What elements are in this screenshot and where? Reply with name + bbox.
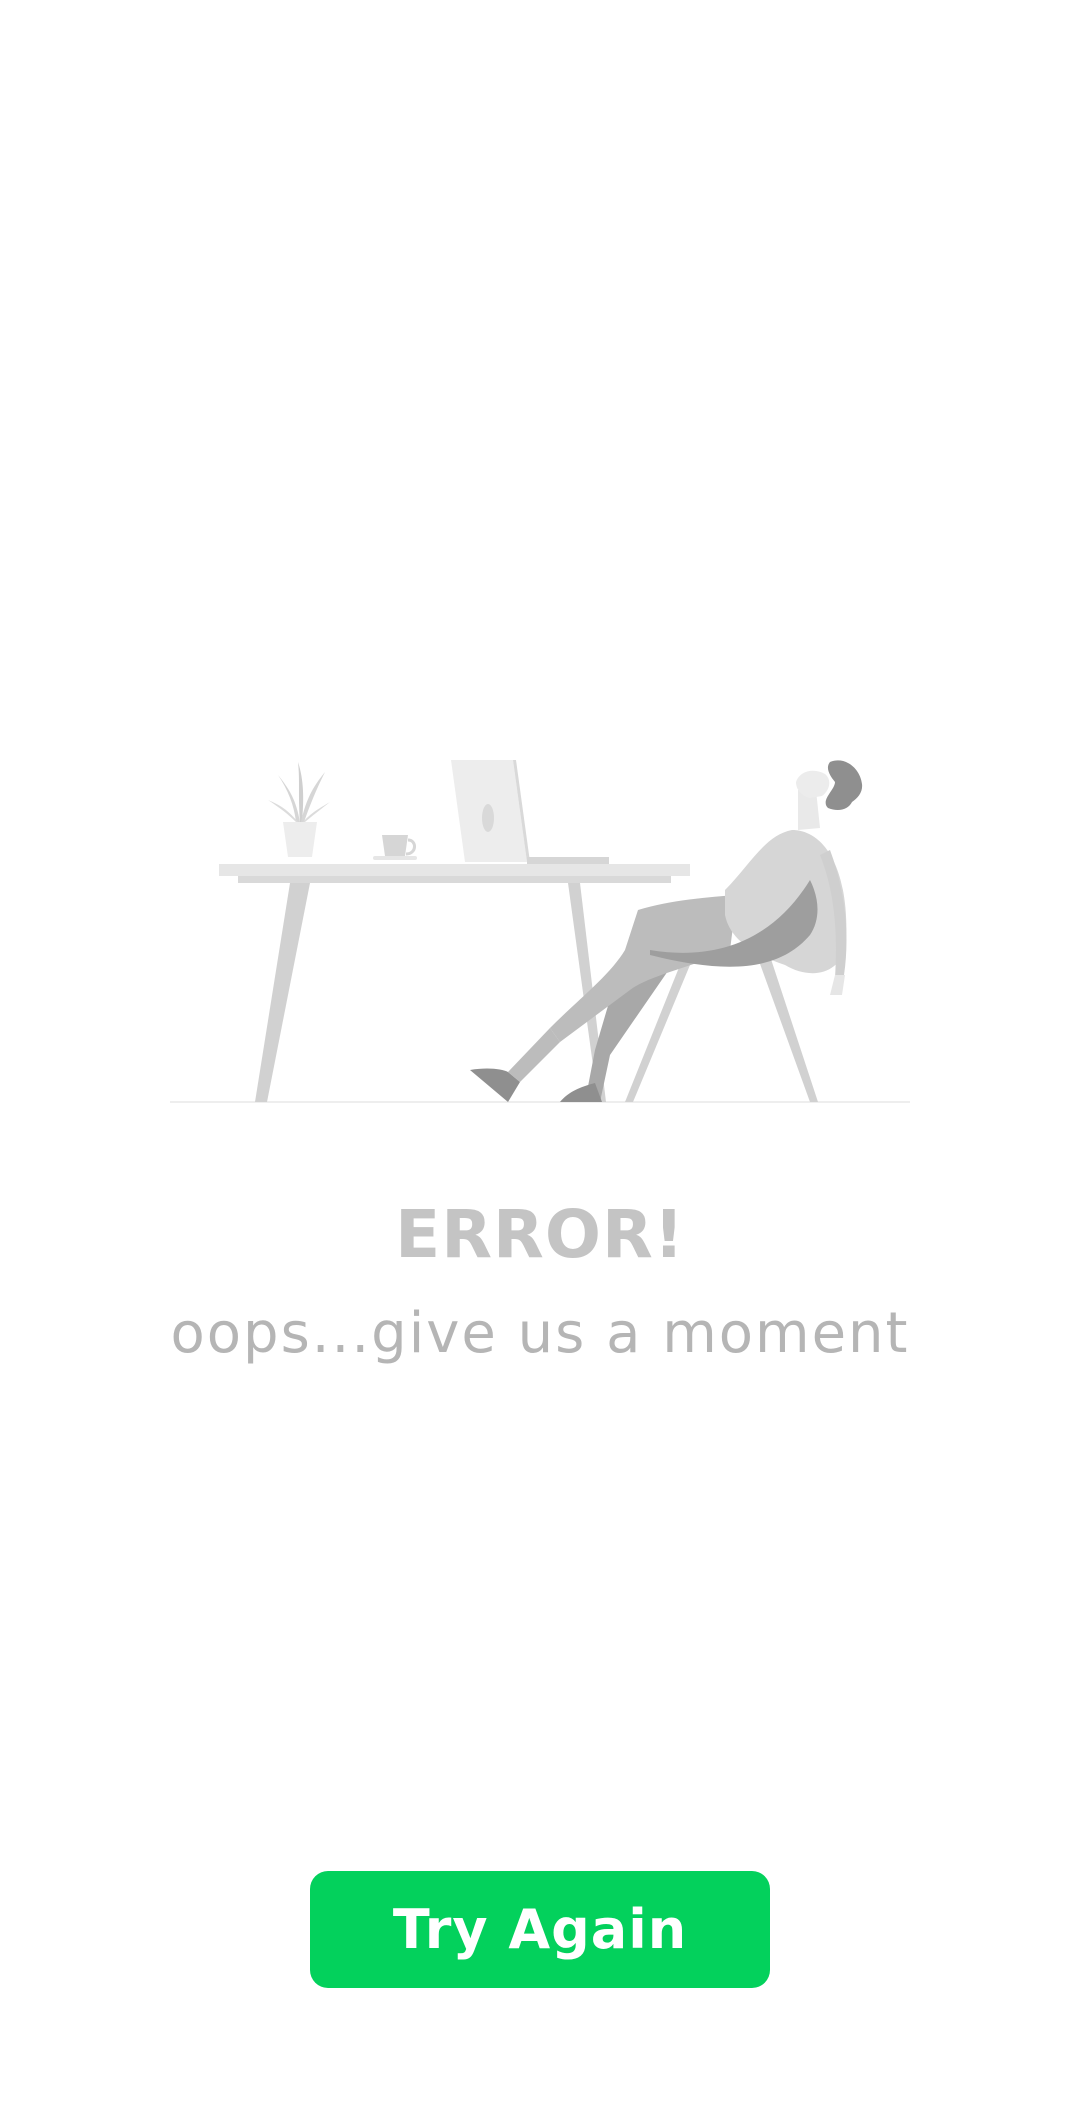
error-screen: ERROR! oops...give us a moment Try Again [0,0,1080,2124]
error-subtitle: oops...give us a moment [170,1301,910,1366]
error-illustration [170,750,910,1110]
cup-icon [373,835,417,860]
try-again-button-label: Try Again [392,1898,688,1961]
plant-icon [268,762,330,857]
try-again-button[interactable]: Try Again [310,1871,770,1988]
laptop-icon [451,760,609,864]
tired-person-at-desk-illustration [170,760,910,1103]
error-title: ERROR! [395,1196,685,1273]
person-figure [470,760,863,1102]
floor-line [170,1101,910,1103]
